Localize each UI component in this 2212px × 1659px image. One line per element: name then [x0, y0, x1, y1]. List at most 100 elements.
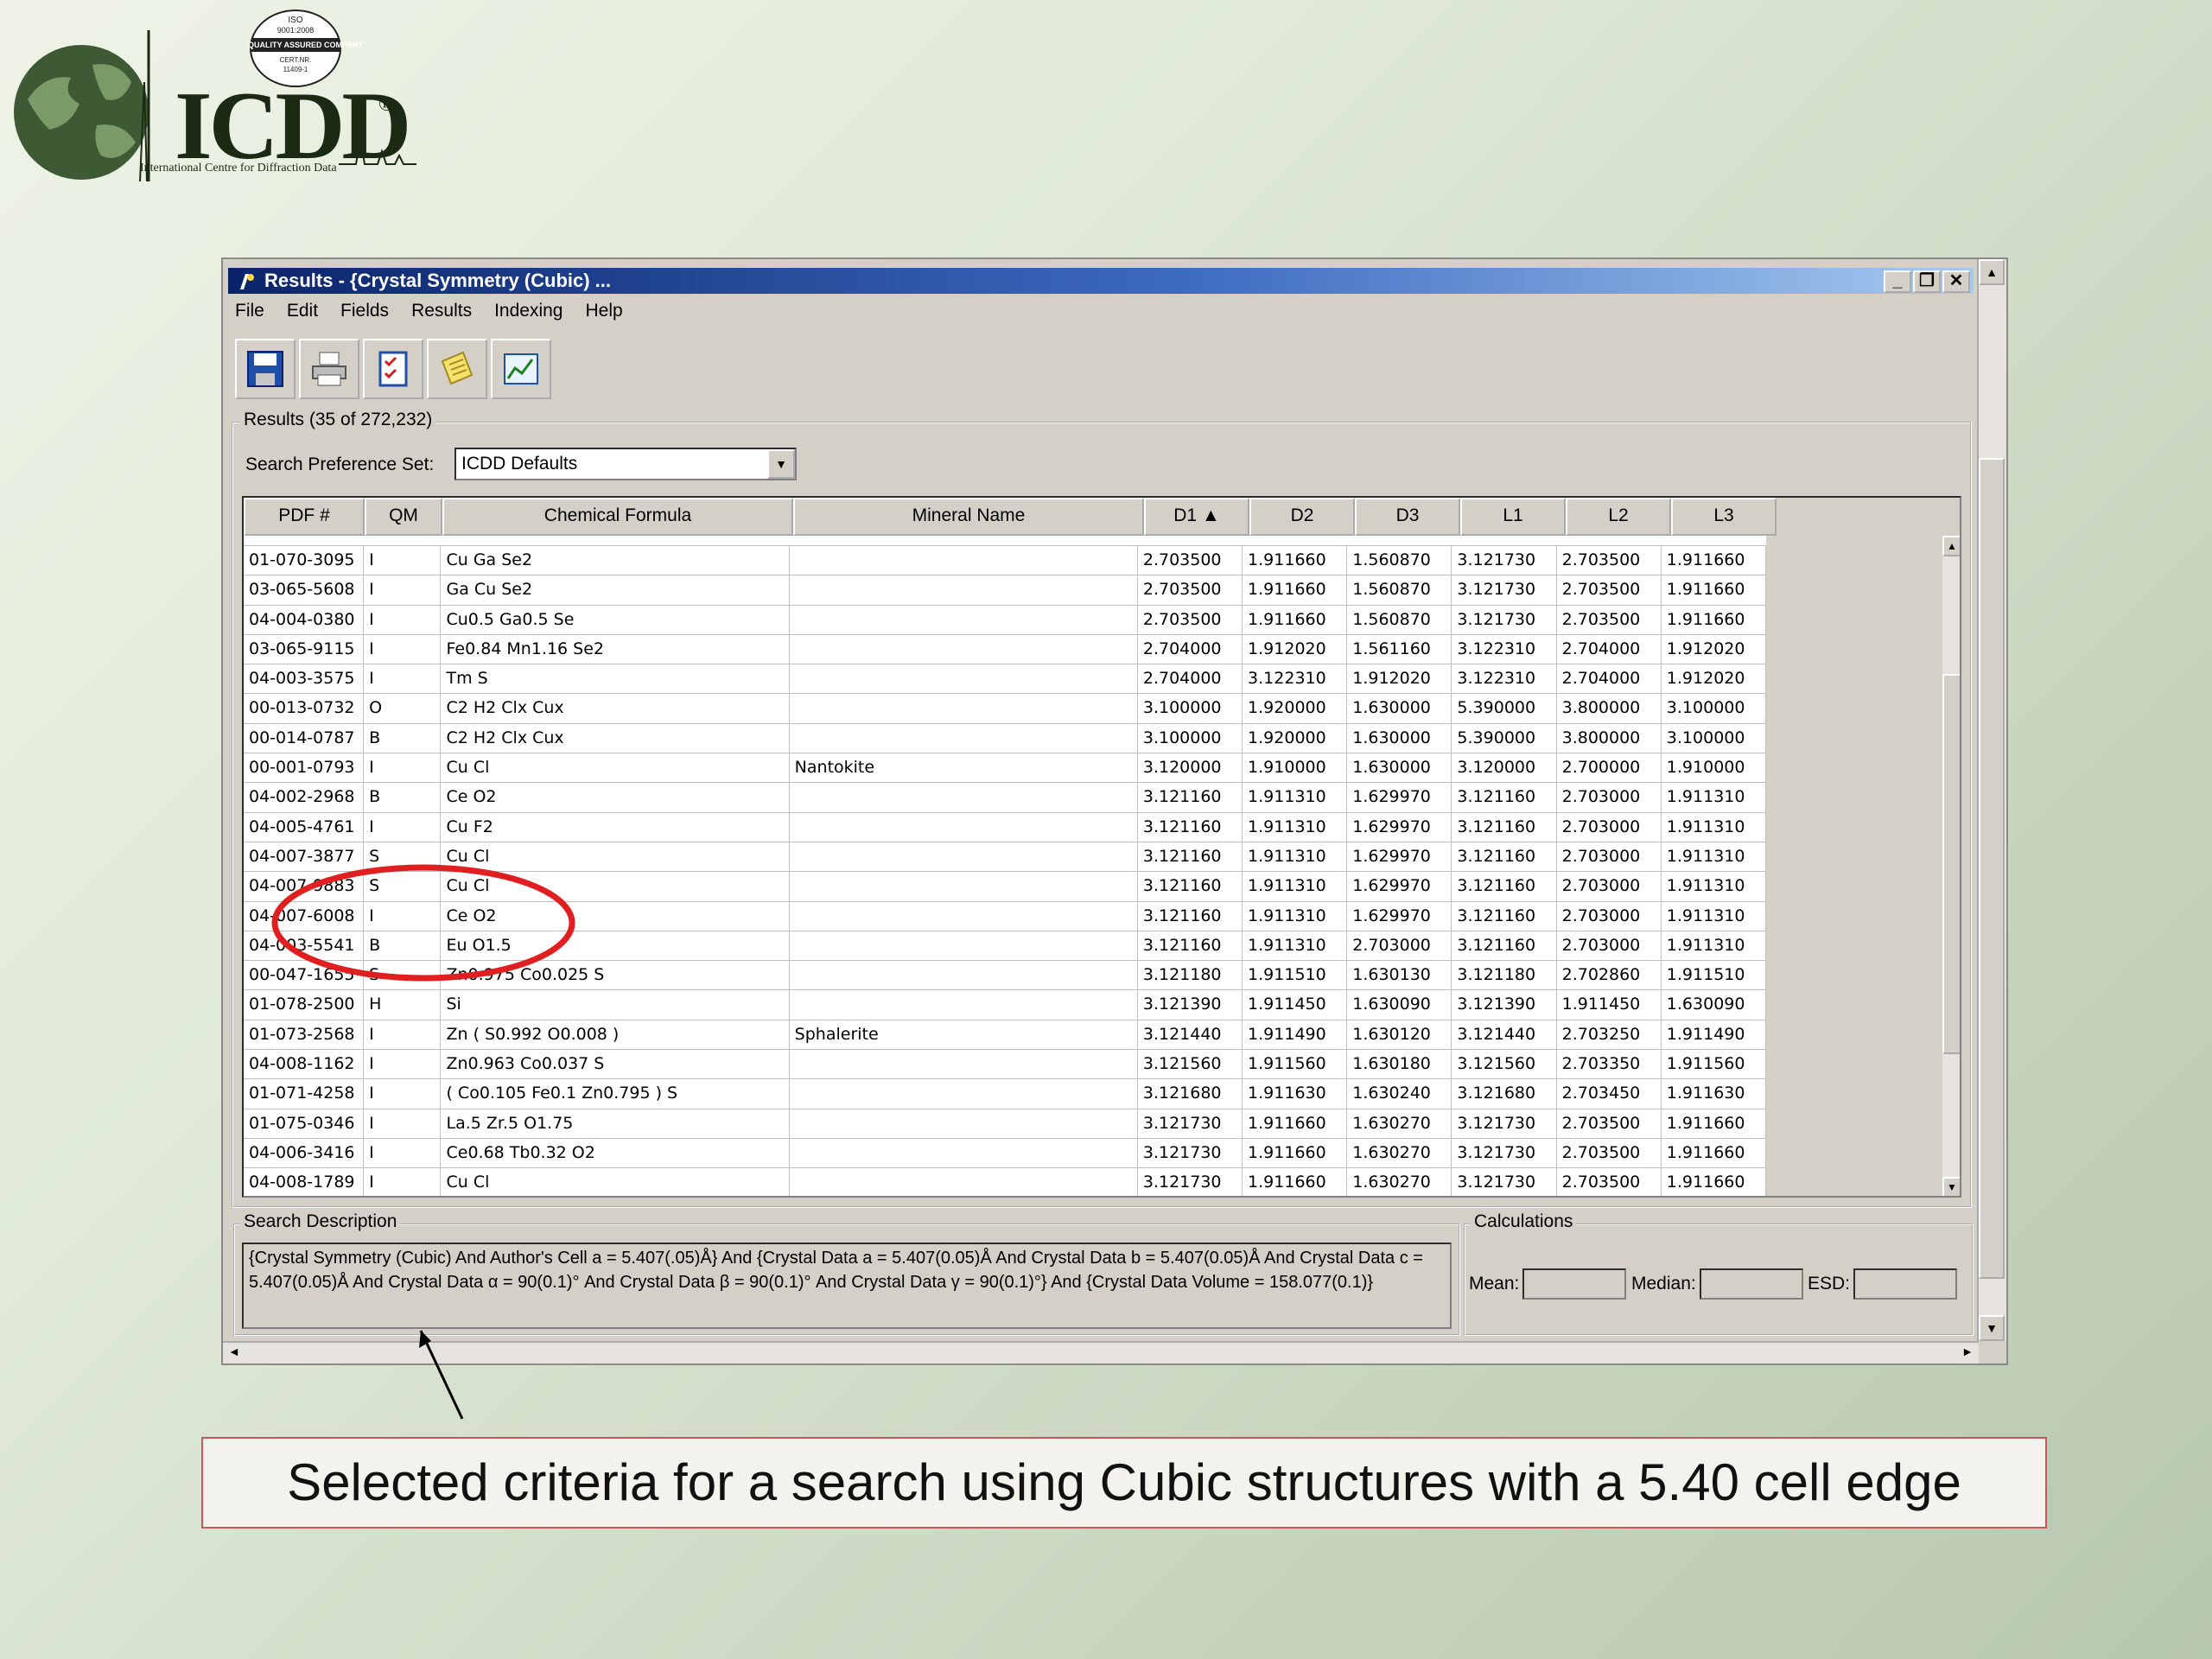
cell-d2: 1.911660: [1243, 575, 1348, 605]
search-pref-select[interactable]: ICDD Defaults ▼: [454, 448, 797, 480]
menu-indexing[interactable]: Indexing: [494, 301, 563, 327]
table-row[interactable]: 03-065-9115 I Fe0.84 Mn1.16 Se2 2.704000 1.9…: [244, 634, 1766, 665]
cell-l3: 1.911310: [1662, 901, 1766, 931]
window-hscrollbar[interactable]: ◄ ►: [223, 1341, 1979, 1363]
column-header-l1[interactable]: L1: [1460, 498, 1566, 536]
cell-d3: 1.629970: [1347, 872, 1452, 901]
table-scrollbar[interactable]: ▲ ▼: [1942, 536, 1960, 1196]
cell-mineral-name: [790, 961, 1138, 990]
column-header-d1[interactable]: D1 ▲: [1144, 498, 1249, 536]
mean-label: Mean:: [1469, 1274, 1520, 1294]
table-row[interactable]: 00-001-0793 I Cu Cl Nantokite 3.120000 1.9100…: [244, 753, 1766, 784]
cell-d2: 1.920000: [1243, 723, 1348, 753]
notes-button[interactable]: [427, 339, 487, 399]
table-row[interactable]: 01-078-2500 H Si 3.121390 1.911450 1.630090 3.…: [244, 990, 1766, 1020]
cell-l2: 3.800000: [1557, 723, 1662, 753]
cell-pdf-number: 04-008-1789: [244, 1168, 365, 1196]
cell-chemical-formula: Cu Cl: [441, 753, 790, 783]
cell-qm: I: [364, 605, 442, 634]
cell-d3: 1.630000: [1347, 723, 1452, 753]
cell-d1: 3.121560: [1138, 1050, 1243, 1079]
table-row[interactable]: 00-014-0787 B C2 H2 Clx Cux 3.100000 1.92000…: [244, 723, 1766, 754]
cell-l1: 3.120000: [1452, 753, 1557, 783]
cell-d3: 1.630120: [1347, 1020, 1452, 1050]
save-button[interactable]: [235, 339, 296, 399]
cell-qm: I: [364, 634, 442, 664]
table-row[interactable]: 04-008-1789 I Cu Cl 3.121730 1.911660 1.63027…: [244, 1168, 1766, 1196]
window-titlebar[interactable]: Results - {Crystal Symmetry (Cubic) ... …: [228, 268, 1974, 294]
window-scrollbar[interactable]: ▲ ▼: [1977, 259, 2006, 1341]
checklist-button[interactable]: [363, 339, 423, 399]
table-row[interactable]: 01-070-3095 I Cu Ga Se2 2.703500 1.911660 1.5…: [244, 546, 1766, 576]
menu-fields[interactable]: Fields: [340, 301, 389, 327]
table-row[interactable]: 01-071-4258 I( Co0.105 Fe0.1 Zn0.795 ) S 3…: [244, 1079, 1766, 1109]
cell-mineral-name: [790, 990, 1138, 1020]
scroll-down-icon[interactable]: ▼: [1942, 1177, 1960, 1196]
chart-button[interactable]: [491, 339, 551, 399]
cell-d2: 1.911630: [1243, 1079, 1348, 1109]
minimize-button[interactable]: _: [1884, 270, 1911, 293]
cell-pdf-number: 04-004-0380: [244, 605, 365, 634]
table-row[interactable]: 04-004-0380 I Cu0.5 Ga0.5 Se 2.703500 1.9116…: [244, 605, 1766, 635]
table-row[interactable]: 01-073-2568 I Zn ( S0.992 O0.008 ) Sphaleri…: [244, 1020, 1766, 1051]
scroll-right-icon[interactable]: ►: [1961, 1344, 1974, 1358]
scroll-thumb[interactable]: [1942, 674, 1960, 1054]
mean-field: [1522, 1268, 1627, 1300]
window-scroll-down-icon[interactable]: ▼: [1979, 1315, 2005, 1341]
column-header-l2[interactable]: L2: [1566, 498, 1671, 536]
cell-d2: 1.911660: [1243, 1138, 1348, 1168]
table-row[interactable]: 04-008-1162 I Zn0.963 Co0.037 S 3.121560 1.9…: [244, 1050, 1766, 1080]
cell-mineral-name: [790, 546, 1138, 575]
results-window: Results - {Crystal Symmetry (Cubic) ... …: [221, 257, 2008, 1365]
column-header-d3[interactable]: D3: [1355, 498, 1460, 536]
cell-l1: 3.121390: [1452, 990, 1557, 1020]
column-header-qm[interactable]: QM: [365, 498, 442, 536]
window-scroll-thumb[interactable]: [1979, 458, 2005, 1279]
cell-d1: 3.121730: [1138, 1168, 1243, 1196]
table-row[interactable]: 04-005-4761 I Cu F2 3.121160 1.911310 1.62997…: [244, 812, 1766, 842]
cell-d1: 3.121440: [1138, 1020, 1243, 1050]
print-button[interactable]: [299, 339, 359, 399]
menu-edit[interactable]: Edit: [287, 301, 318, 327]
column-header-pdf-number[interactable]: PDF #: [244, 498, 365, 536]
cell-d3: 1.560870: [1347, 546, 1452, 575]
scroll-up-icon[interactable]: ▲: [1942, 536, 1960, 556]
scroll-left-icon[interactable]: ◄: [228, 1344, 240, 1358]
cell-qm: I: [364, 1138, 442, 1168]
cell-d2: 1.911310: [1243, 931, 1348, 961]
column-header-l3[interactable]: L3: [1671, 498, 1777, 536]
globe-icon: [14, 30, 150, 181]
window-scroll-up-icon[interactable]: ▲: [1979, 259, 2005, 285]
table-row[interactable]: 04-002-2968 B Ce O2 3.121160 1.911310 1.62997…: [244, 783, 1766, 813]
cell-chemical-formula: Zn ( S0.992 O0.008 ): [441, 1020, 790, 1050]
cell-d1: 3.121180: [1138, 961, 1243, 990]
column-header-chemical-formula[interactable]: Chemical Formula: [442, 498, 793, 536]
table-row[interactable]: 00-013-0732 O C2 H2 Clx Cux 3.100000 1.92000…: [244, 694, 1766, 724]
menu-help[interactable]: Help: [586, 301, 623, 327]
cell-chemical-formula: Ga Cu Se2: [441, 575, 790, 605]
chevron-down-icon[interactable]: ▼: [767, 449, 795, 479]
column-header-mineral-name[interactable]: Mineral Name: [793, 498, 1144, 536]
cell-pdf-number: 01-075-0346: [244, 1109, 365, 1138]
table-row[interactable]: 01-075-0346 I La.5 Zr.5 O1.75 3.121730 1.911…: [244, 1109, 1766, 1139]
cell-l3: 1.911310: [1662, 931, 1766, 961]
cell-d3: 1.629970: [1347, 783, 1452, 812]
cell-l3: 1.911660: [1662, 1168, 1766, 1196]
table-row[interactable]: 04-003-3575 I Tm S 2.704000 3.122310 1.912020…: [244, 664, 1766, 695]
cell-d3: 1.630130: [1347, 961, 1452, 990]
cell-d2: 1.911660: [1243, 546, 1348, 575]
cell-mineral-name: [790, 931, 1138, 961]
cell-mineral-name: [790, 605, 1138, 634]
column-header-d2[interactable]: D2: [1249, 498, 1355, 536]
table-row[interactable]: 03-065-5608 I Ga Cu Se2 2.703500 1.911660 1.5…: [244, 575, 1766, 606]
cell-l2: 3.800000: [1557, 694, 1662, 723]
table-row[interactable]: 04-006-3416 I Ce0.68 Tb0.32 O2 3.121730 1.91…: [244, 1138, 1766, 1169]
menu-file[interactable]: File: [235, 301, 264, 327]
cell-d1: 2.703500: [1138, 575, 1243, 605]
close-button[interactable]: ✕: [1942, 270, 1970, 293]
cell-d2: 1.912020: [1243, 634, 1348, 664]
menu-results[interactable]: Results: [411, 301, 472, 327]
cell-d3: 2.703000: [1347, 931, 1452, 961]
cell-chemical-formula: Si: [441, 990, 790, 1020]
restore-button[interactable]: ❐: [1913, 270, 1941, 293]
